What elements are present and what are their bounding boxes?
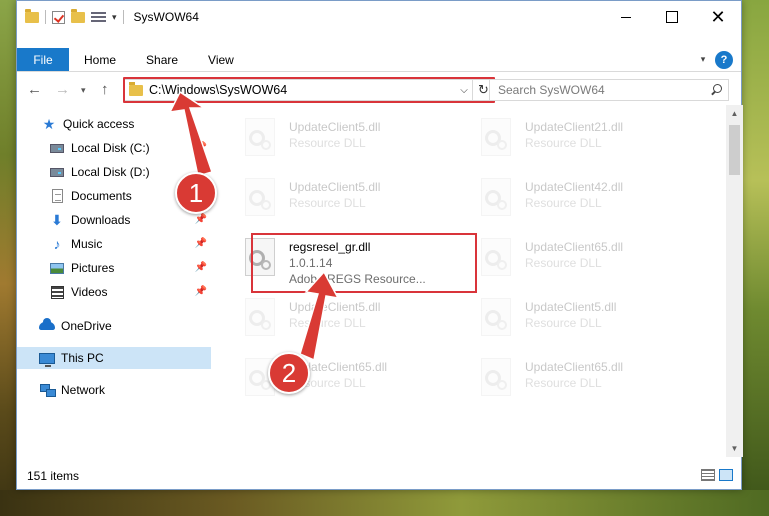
- step-1-badge: 1: [175, 172, 217, 214]
- arrow-to-address-bar: [168, 90, 213, 177]
- annotation-arrows: [168, 90, 340, 362]
- step-2-badge: 2: [268, 352, 310, 394]
- arrow-to-file: [299, 270, 340, 362]
